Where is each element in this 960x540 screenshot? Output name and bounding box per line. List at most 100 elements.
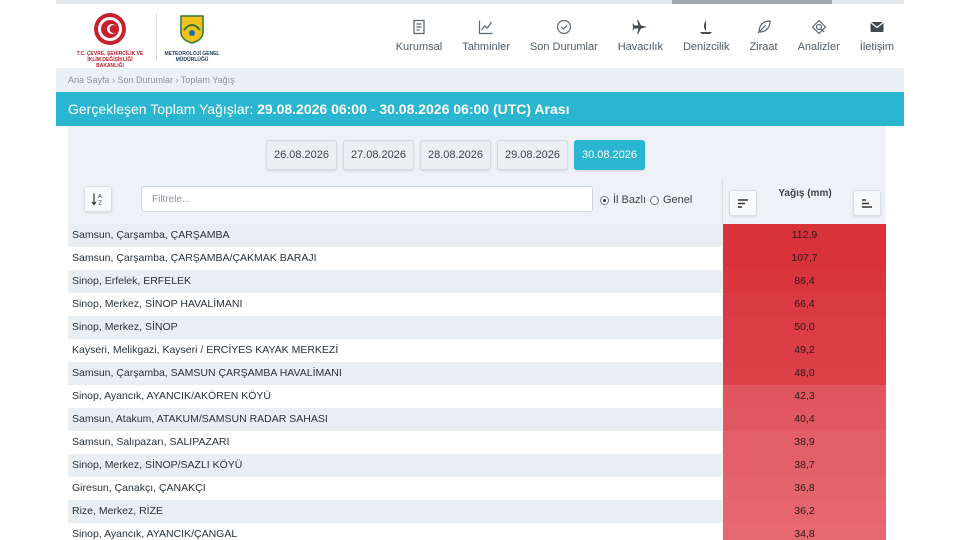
radio-general[interactable]: Genel [650,194,692,206]
menu-label: Havacılık [617,41,663,53]
breadcrumb-home[interactable]: Ana Sayfa [68,75,110,85]
table-row[interactable]: Samsun, Atakum, ATAKUM/SAMSUN RADAR SAHA… [68,408,886,431]
table-row[interactable]: Sinop, Ayancık, AYANCIK/AKÖREN KÖYÜ 42,3 [68,385,886,408]
menu-label: Tahminler [462,41,510,53]
svg-text:A: A [98,194,102,200]
menu-item-havacilik[interactable]: Havacılık [608,4,673,68]
svg-text:Z: Z [98,201,102,207]
site-header: T.C. ÇEVRE, ŞEHİRCİLİK VE İKLİM DEĞİŞİKL… [56,4,904,69]
rain-value: 107,7 [722,247,886,270]
radio-general-label: Genel [663,194,693,206]
logo-divider [156,14,157,60]
date-button[interactable]: 26.08.2026 [266,140,337,170]
sort-desc-button[interactable] [729,190,757,216]
leaf-icon [757,20,771,34]
rain-value: 40,4 [722,408,886,431]
station-name: Samsun, Çarşamba, ÇARŞAMBA/ÇAKMAK BARAJI [68,247,722,270]
sort-desc-icon [738,199,748,208]
date-button[interactable]: 28.08.2026 [420,140,491,170]
menu-item-tahminler[interactable]: Tahminler [452,4,520,68]
rain-value: 86,4 [722,270,886,293]
menu-label: Son Durumlar [529,41,598,53]
table-row[interactable]: Sinop, Ayancık, AYANCIK/ÇANGAL 34,8 [68,523,886,540]
station-name: Giresun, Çanakçı, ÇANAKÇI [68,477,722,500]
menu-label: İletişim [859,41,894,53]
rainfall-panel: 26.08.2026 27.08.2026 28.08.2026 29.08.2… [68,126,886,540]
menu-item-ziraat[interactable]: Ziraat [739,4,787,68]
rain-value: 50,0 [722,316,886,339]
station-name: Sinop, Merkez, SİNOP/SAZLI KÖYÜ [68,454,722,477]
sort-asc-button[interactable] [853,190,881,216]
rain-value: 42,3 [722,385,886,408]
table-row[interactable]: Samsun, Salıpazarı, SALIPAZARI 38,9 [68,431,886,454]
sort-alpha-button[interactable]: AZ [84,186,112,212]
menu-item-iletisim[interactable]: İletişim [850,4,904,68]
ministry-logo[interactable]: T.C. ÇEVRE, ŞEHİRCİLİK VE İKLİM DEĞİŞİKL… [74,12,146,69]
menu-item-kurumsal[interactable]: Kurumsal [386,4,452,68]
station-name: Sinop, Ayancık, AYANCIK/ÇANGAL [68,523,722,540]
rain-value: 49,2 [722,339,886,362]
radio-city[interactable]: İl Bazlı [600,194,646,206]
title-date-range: 29.08.2026 06:00 - 30.08.2026 06:00 (UTC… [257,101,570,117]
table-row[interactable]: Sinop, Merkez, SİNOP 50,0 [68,316,886,339]
station-name: Sinop, Merkez, SİNOP [68,316,722,339]
table-row[interactable]: Giresun, Çanakçı, ÇANAKÇI 36,8 [68,477,886,500]
date-selector: 26.08.2026 27.08.2026 28.08.2026 29.08.2… [266,140,651,170]
filter-input[interactable] [141,186,593,212]
station-name: Sinop, Merkez, SİNOP HAVALİMANI [68,293,722,316]
analysis-icon [811,19,827,35]
station-name: Samsun, Çarşamba, SAMSUN ÇARŞAMBA HAVALİ… [68,362,722,385]
radio-city-label: İl Bazlı [613,194,647,206]
breadcrumb-son-durumlar[interactable]: Son Durumlar [118,75,174,85]
station-name: Samsun, Salıpazarı, SALIPAZARI [68,431,722,454]
station-name: Samsun, Atakum, ATAKUM/SAMSUN RADAR SAHA… [68,408,722,431]
mail-icon [870,22,884,32]
rain-value: 112,9 [722,224,886,247]
radio-dot[interactable] [650,195,659,205]
station-name: Rize, Merkez, RİZE [68,500,722,523]
title-prefix: Gerçekleşen Toplam Yağışlar: [68,101,258,117]
rain-column-header: Yağış (mm) [722,178,886,224]
date-button[interactable]: 29.08.2026 [497,140,568,170]
clock-icon [556,19,571,35]
station-name: Sinop, Ayancık, AYANCIK/AKÖREN KÖYÜ [68,385,722,408]
table-row[interactable]: Sinop, Erfelek, ERFELEK 86,4 [68,270,886,293]
table-row[interactable]: Samsun, Çarşamba, SAMSUN ÇARŞAMBA HAVALİ… [68,362,886,385]
menu-label: Ziraat [749,41,778,53]
menu-label: Kurumsal [395,41,443,53]
mgm-logo[interactable]: METEOROLOJİ GENEL MÜDÜRLÜĞÜ [162,14,222,66]
table-row[interactable]: Rize, Merkez, RİZE 36,2 [68,500,886,523]
filter-row: AZ İl Bazlı Genel Yağış (mm) [68,178,886,224]
menu-item-son-durumlar[interactable]: Son Durumlar [520,4,608,68]
table-row[interactable]: Samsun, Çarşamba, ÇARŞAMBA/ÇAKMAK BARAJI… [68,247,886,270]
table-row[interactable]: Sinop, Merkez, SİNOP HAVALİMANI 66,4 [68,293,886,316]
breadcrumb-separator: › [173,75,181,85]
menu-item-analizler[interactable]: Analizler [788,4,850,68]
table-row[interactable]: Sinop, Merkez, SİNOP/SAZLI KÖYÜ 38,7 [68,454,886,477]
rain-value: 36,2 [722,500,886,523]
rainfall-table: Samsun, Çarşamba, ÇARŞAMBA 112,9 Samsun, Ç… [68,224,886,540]
ministry-seal-icon [94,13,126,45]
sort-alpha-icon: AZ [91,193,102,207]
menu-item-denizcilik[interactable]: Denizcilik [673,4,739,68]
radio-dot-selected[interactable] [600,195,609,205]
rain-value: 34,8 [722,523,886,540]
rain-value: 66,4 [722,293,886,316]
breadcrumb-current: Toplam Yağış [180,75,235,85]
mgm-emblem-icon [180,15,204,44]
table-row[interactable]: Samsun, Çarşamba, ÇARŞAMBA 112,9 [68,224,886,247]
station-name: Samsun, Çarşamba, ÇARŞAMBA [68,224,722,247]
date-button-active[interactable]: 30.08.2026 [574,140,645,170]
menu-label: Analizler [797,41,840,53]
table-row[interactable]: Kayseri, Melikgazi, Kayseri / ERCİYES KA… [68,339,886,362]
menu-label: Denizcilik [682,41,730,53]
main-menu: Kurumsal Tahminler Son Durumlar Havacılı… [386,4,904,68]
chart-icon [478,20,493,35]
ministry-caption: T.C. ÇEVRE, ŞEHİRCİLİK VE İKLİM DEĞİŞİKL… [76,51,144,69]
mgm-caption: METEOROLOJİ GENEL MÜDÜRLÜĞÜ [164,51,220,63]
document-icon [413,19,425,35]
date-button[interactable]: 27.08.2026 [343,140,414,170]
sort-asc-icon [862,199,872,208]
station-name: Sinop, Erfelek, ERFELEK [68,270,722,293]
station-name: Kayseri, Melikgazi, Kayseri / ERCİYES KA… [68,339,722,362]
